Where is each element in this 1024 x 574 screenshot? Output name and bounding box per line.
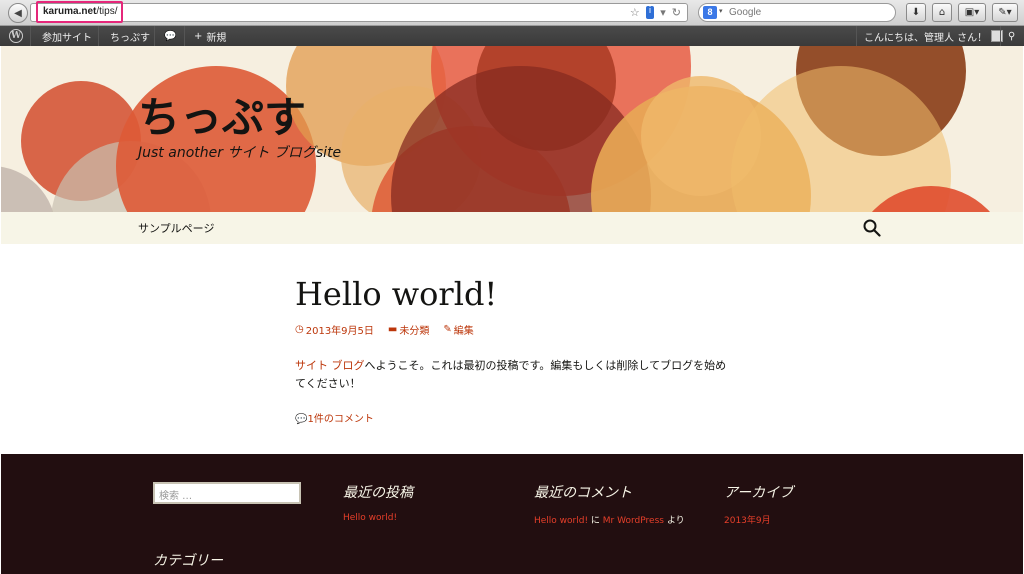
home-icon[interactable]: ⌂ (932, 3, 952, 22)
recent-comment-author-link[interactable]: Mr WordPress (603, 516, 664, 526)
post-title[interactable]: Hello world! (295, 275, 497, 313)
post-meta: ◷ 2013年9月5日 ▬ 未分類 ✎ 編集 (295, 322, 474, 337)
wordpress-logo-icon: W (9, 29, 23, 43)
recent-post-link[interactable]: Hello world! (343, 513, 397, 523)
search-icon[interactable] (863, 219, 881, 237)
recent-comment-item: Hello world! に Mr WordPress より (534, 516, 685, 526)
main-navigation: サンプルページ (1, 212, 1023, 244)
bookmark-star-icon[interactable]: ☆ (630, 6, 640, 19)
comments-menu[interactable]: 💬 (164, 26, 176, 46)
search-bar[interactable]: 8 ▾ Google (698, 3, 896, 22)
reload-icon[interactable]: ↻ (672, 6, 681, 19)
greeting-label: こんにちは、管理人 さん！ (864, 32, 988, 44)
post-body-link[interactable]: サイト ブログ (295, 359, 365, 372)
search-placeholder: Google (729, 7, 762, 18)
wp-logo-menu[interactable]: W (9, 26, 23, 46)
avatar (991, 30, 1004, 42)
comment-bubble-icon: 💬 (164, 30, 177, 42)
new-content-menu[interactable]: + 新規 (194, 26, 226, 46)
folder-icon: ▬ (387, 324, 398, 335)
new-label: 新規 (206, 32, 227, 44)
addon-icon[interactable]: ✎▾ (992, 3, 1018, 22)
categories-title: カテゴリー (153, 553, 223, 569)
visit-site-menu[interactable]: 参加サイト (42, 26, 92, 46)
info-icon[interactable]: i (645, 6, 655, 19)
site-header[interactable]: ちっぷす Just another サイト ブログsite (1, 46, 1023, 212)
browser-toolbar: ◀ karuma.net/tips/ ☆ i ▾ ↻ 8 ▾ Google ⬇ … (0, 0, 1024, 26)
post-body: サイト ブログへようこそ。これは最初の投稿です。編集もしくは削除してブログを始め… (295, 357, 735, 393)
admin-search-button[interactable]: ⚲ (1008, 26, 1015, 46)
site-description: Just another サイト ブログsite (138, 145, 342, 161)
visit-site-label: 参加サイト (42, 32, 92, 44)
comment-bubble-icon: 💬 (295, 414, 308, 425)
search-engine-icon[interactable]: 8 (703, 6, 717, 19)
recent-comments-title: 最近のコメント (534, 485, 632, 501)
site-title[interactable]: ちっぷす (138, 84, 306, 145)
extensions-icon[interactable]: ▣▾ (958, 3, 986, 22)
recent-posts-title: 最近の投稿 (343, 485, 413, 501)
my-account-menu[interactable]: こんにちは、管理人 さん！ (864, 26, 1004, 46)
dropdown-icon[interactable]: ▾ (660, 6, 666, 19)
plus-icon: + (194, 30, 203, 42)
site-name-label: ちっぷす (110, 32, 150, 44)
search-icon: ⚲ (1008, 30, 1016, 42)
nav-item-sample-page[interactable]: サンプルページ (138, 220, 214, 236)
back-arrow-icon[interactable]: ◀ (8, 3, 28, 23)
comments-link[interactable]: 💬1件のコメント (295, 410, 374, 425)
wp-admin-bar: W 参加サイト ちっぷす 💬 + 新規 こんにちは、管理人 さん！ ⚲ (0, 26, 1024, 46)
download-icon[interactable]: ⬇ (906, 3, 926, 22)
post-date-link[interactable]: ◷ 2013年9月5日 (295, 322, 374, 337)
recent-comment-post-link[interactable]: Hello world! (534, 516, 588, 526)
clock-icon: ◷ (295, 324, 304, 335)
footer-search-input[interactable]: 検索 … (153, 482, 301, 504)
main-content: Hello world! ◷ 2013年9月5日 ▬ 未分類 ✎ 編集 サイト ブログ… (1, 244, 1023, 454)
archives-title: アーカイブ (724, 485, 794, 501)
search-engine-dropdown-icon[interactable]: ▾ (719, 7, 723, 15)
site-footer: 検索 … 最近の投稿 Hello world! 最近のコメント Hello wo… (1, 454, 1023, 574)
archive-link[interactable]: 2013年9月 (724, 513, 771, 526)
post-edit-link[interactable]: ✎ 編集 (443, 322, 473, 337)
site-name-menu[interactable]: ちっぷす (110, 26, 150, 46)
url-highlight-box (36, 1, 123, 23)
address-bar[interactable]: karuma.net/tips/ ☆ i ▾ ↻ (30, 3, 688, 22)
post-category-link[interactable]: ▬ 未分類 (388, 322, 429, 337)
pencil-icon: ✎ (443, 324, 452, 335)
